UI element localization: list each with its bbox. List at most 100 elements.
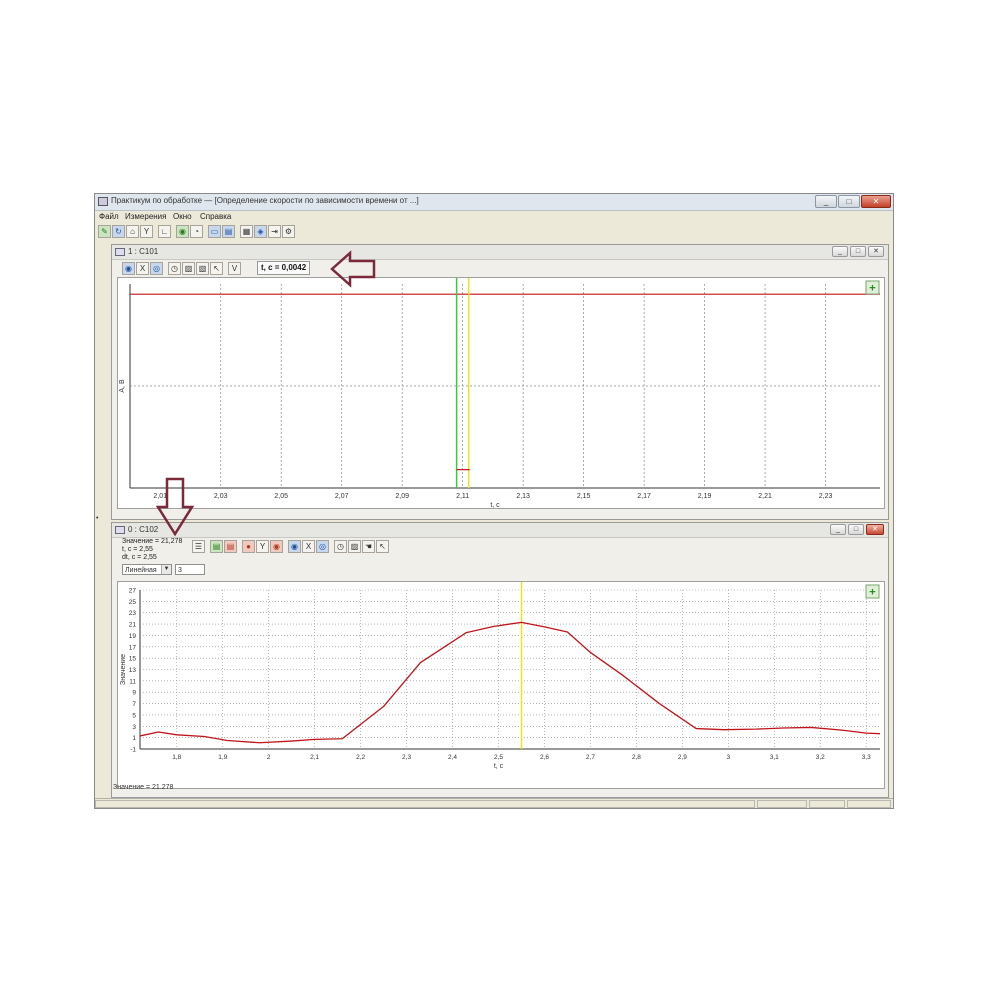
menu-help[interactable]: Справка [200, 212, 231, 221]
plot-area-c101[interactable]: 2,01 2,03 2,05 2,07 2,09 2,11 2,13 2,15 2,17 2,19… [117, 277, 885, 509]
y-tick-label: 7 [132, 701, 136, 708]
x-tick-label: 1,8 [172, 754, 181, 761]
y-tick-label: 13 [129, 667, 137, 674]
y-tick-label: 23 [129, 610, 137, 617]
x-tick-label: 2,6 [540, 754, 549, 761]
list-icon[interactable]: ☰ [192, 540, 205, 553]
info-time: t, c = 2,55 [122, 546, 153, 553]
filter-icon[interactable]: Y [140, 225, 153, 238]
x-tick-label: 1,9 [218, 754, 227, 761]
plus-icon: + [869, 587, 875, 599]
tag-icon[interactable]: ◈ [254, 225, 267, 238]
panel-c101-titlebar: 1 : C101 _ □ ✕ [112, 245, 888, 260]
measure-icon[interactable]: ▨ [182, 262, 195, 275]
maximize-button[interactable]: □ [838, 195, 860, 208]
x-tick-label: 3,1 [770, 754, 779, 761]
annotation-arrow-left [330, 250, 376, 288]
order-field[interactable]: 3 [175, 564, 205, 575]
x-axis-icon[interactable]: X [136, 262, 149, 275]
x-axis-label: t, c [490, 502, 500, 508]
info-value: Значение = 21,278 [122, 538, 183, 545]
panel-c101: 1 : C101 _ □ ✕ ◉ X ◎ ◷ ▨ ▧ ↖ V t, c = 0,… [111, 244, 889, 520]
settings-icon[interactable]: ⚙ [282, 225, 295, 238]
menu-measurements[interactable]: Измерения [125, 212, 166, 221]
record-icon[interactable]: ◉ [270, 540, 283, 553]
pen-icon[interactable]: ✎ [98, 225, 111, 238]
printer-icon[interactable]: ▤ [222, 225, 235, 238]
y-axis-label: Значение [120, 654, 127, 685]
x-axis-label: t, c [494, 763, 504, 770]
plot-area-c102[interactable]: -1 1 3 5 7 9 11 13 15 17 19 21 23 25 27 1,8 1,9 2 2,1 2,2 2,… [117, 581, 885, 789]
panel-c102: 0 : C102 _ □ ✕ Значение = 21,278 t, c = … [111, 522, 889, 798]
menu-bar: Файл Измерения Окно Справка [95, 211, 893, 223]
close-button[interactable]: ✕ [861, 195, 891, 208]
x-tick-label: 2,05 [274, 493, 288, 500]
y-tick-label: 17 [129, 644, 137, 651]
panel-c102-minimize-button[interactable]: _ [830, 524, 846, 535]
menu-window[interactable]: Окно [173, 212, 192, 221]
y-tick-label: 27 [129, 588, 137, 595]
y-tick-label: -1 [130, 747, 136, 754]
title-bar: Практикум по обработке — [Определение ск… [95, 194, 893, 211]
x-tick-label: 2,19 [698, 493, 712, 500]
export-icon[interactable]: ⇥ [268, 225, 281, 238]
window-title: Практикум по обработке — [Определение ск… [111, 196, 419, 205]
x-tick-label: 3,2 [816, 754, 825, 761]
main-window: Практикум по обработке — [Определение ск… [94, 193, 894, 809]
axis-icon[interactable]: ∟ [158, 225, 171, 238]
zoom-in-icon[interactable]: ◉ [288, 540, 301, 553]
list-green-icon[interactable]: ▤ [210, 540, 223, 553]
stop-icon[interactable]: ● [242, 540, 255, 553]
x-tick-label: 2,11 [456, 493, 469, 500]
refresh-icon[interactable]: ↻ [112, 225, 125, 238]
measurement-info: Значение = 21,278 t, c = 2,55 dt, c = 2,… [122, 538, 182, 562]
x-tick-label: 2,4 [448, 754, 457, 761]
cursor-icon[interactable]: ↖ [210, 262, 223, 275]
table-icon[interactable]: ▦ [240, 225, 253, 238]
panel-c101-close-button[interactable]: ✕ [868, 246, 884, 257]
panel-c101-restore-button[interactable]: □ [850, 246, 866, 257]
y-tick-label: 15 [129, 656, 137, 663]
x-axis-icon[interactable]: X [302, 540, 315, 553]
y-tick-label: 3 [132, 724, 136, 731]
left-strip: • [95, 240, 104, 800]
stopwatch-icon[interactable]: ◷ [334, 540, 347, 553]
stopwatch-icon[interactable]: ◷ [168, 262, 181, 275]
screen-icon[interactable]: ▭ [208, 225, 221, 238]
hand-icon[interactable]: ☚ [362, 540, 375, 553]
order-value: 3 [178, 567, 182, 574]
x-tick-label: 2,7 [586, 754, 595, 761]
x-tick-label: 2,07 [335, 493, 349, 500]
interpolation-value: Линейная [125, 567, 157, 574]
gauge-icon[interactable]: ◉ [176, 225, 189, 238]
measure-icon[interactable]: ▨ [348, 540, 361, 553]
timer-icon[interactable]: ◔ [190, 225, 203, 238]
value-icon[interactable]: V [228, 262, 241, 275]
y-axis-icon[interactable]: Y [256, 540, 269, 553]
list-red-icon[interactable]: ▤ [224, 540, 237, 553]
chart-c102: -1135791113151719212325271,8 1,9 2 2,1 2,2 2,… [120, 582, 881, 770]
app-icon [98, 197, 108, 206]
x-tick-label: 3,3 [862, 754, 871, 761]
y-tick-label: 25 [129, 599, 137, 606]
time-readout: t, c = 0,0042 [257, 261, 311, 275]
status-cell-mode [847, 800, 891, 808]
panel-c102-close-button[interactable]: ✕ [866, 524, 884, 535]
zoom-out-icon[interactable]: ◎ [150, 262, 163, 275]
home-icon[interactable]: ⌂ [126, 225, 139, 238]
status-value: Значение = 21.278 [113, 784, 174, 791]
panel-c101-minimize-button[interactable]: _ [832, 246, 848, 257]
zoom-out-icon[interactable]: ◎ [316, 540, 329, 553]
zoom-in-icon[interactable]: ◉ [122, 262, 135, 275]
panel-c102-title: 0 : C102 [128, 525, 159, 534]
panel-c101-toolbar: ◉ X ◎ ◷ ▨ ▧ ↖ V [122, 261, 241, 276]
plus-icon: + [869, 283, 875, 295]
interpolation-select[interactable]: Линейная ▼ [122, 564, 172, 575]
menu-file[interactable]: Файл [99, 212, 119, 221]
layers-icon[interactable]: ▧ [196, 262, 209, 275]
chevron-down-icon: ▼ [161, 565, 171, 574]
minimize-button[interactable]: _ [815, 195, 837, 208]
status-cell-main [95, 800, 755, 808]
panel-c102-restore-button[interactable]: □ [848, 524, 864, 535]
cursor-icon[interactable]: ↖ [376, 540, 389, 553]
